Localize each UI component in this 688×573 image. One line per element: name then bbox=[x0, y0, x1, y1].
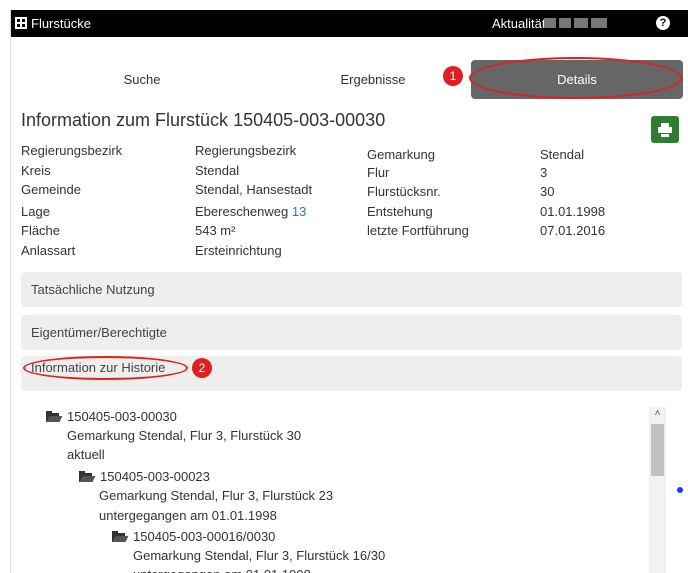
help-icon[interactable]: ? bbox=[656, 16, 670, 30]
label-entstehung: Entstehung bbox=[367, 204, 433, 219]
value-gemeinde: Stendal, Hansestadt bbox=[195, 182, 313, 197]
highlight-ellipse-details bbox=[469, 57, 682, 99]
value-lage: Ebereschenweg 13 bbox=[195, 204, 306, 219]
value-flurstuecksnr: 30 bbox=[540, 184, 555, 199]
highlight-ellipse-historie bbox=[23, 356, 188, 380]
label-flur: Flur bbox=[367, 165, 390, 180]
accordion-eigentuemer[interactable]: Eigentümer/Berechtigte bbox=[21, 315, 682, 350]
tree-node-desc: Gemarkung Stendal, Flur 3, Flurstück 23 bbox=[99, 488, 334, 503]
tree-node-id: 150405-003-00030 bbox=[67, 409, 177, 424]
label-kreis: Kreis bbox=[21, 163, 51, 178]
value-letzte-fortfuehrung: 07.01.2016 bbox=[540, 223, 606, 238]
print-button[interactable] bbox=[651, 116, 679, 143]
annotation-badge-2: 2 bbox=[192, 358, 212, 378]
label-regierungsbezirk: Regierungsbezirk bbox=[21, 143, 123, 158]
tree-node[interactable]: 150405-003-00016/0030 bbox=[112, 527, 275, 547]
value-anlassart: Ersteinrichtung bbox=[195, 243, 282, 258]
folder-open-icon bbox=[79, 471, 96, 482]
label-gemarkung: Gemarkung bbox=[367, 147, 435, 162]
label-lage: Lage bbox=[21, 204, 50, 219]
page-title: Information zum Flurstück 150405-003-000… bbox=[21, 110, 386, 130]
folder-open-icon bbox=[46, 411, 63, 422]
tree-node[interactable]: 150405-003-00023 bbox=[79, 467, 210, 487]
tree-node-desc: Gemarkung Stendal, Flur 3, Flurstück 30 bbox=[67, 428, 302, 443]
tree-node[interactable]: 150405-003-00030 bbox=[46, 407, 177, 427]
label-letzte-fortfuehrung: letzte Fortführung bbox=[367, 223, 469, 238]
house-number-link[interactable]: 13 bbox=[292, 204, 306, 219]
app-title: Flurstücke bbox=[31, 16, 91, 31]
label-flaeche: Fläche bbox=[21, 223, 61, 238]
folder-open-icon bbox=[112, 531, 129, 542]
top-bar: Flurstücke Aktualität: ? bbox=[11, 10, 688, 37]
tree-node-status: untergegangen am 01.01.1998 bbox=[133, 565, 311, 573]
tree-node-desc: Gemarkung Stendal, Flur 3, Flurstück 16/… bbox=[133, 548, 386, 563]
value-regierungsbezirk: Regierungsbezirk bbox=[195, 143, 297, 158]
tree-node-status: aktuell bbox=[67, 447, 105, 462]
app-frame: Flurstücke Aktualität: ? Suche Ergebniss… bbox=[10, 10, 688, 573]
tree-node-id: 150405-003-00016/0030 bbox=[133, 529, 276, 544]
cursor-dot bbox=[677, 487, 683, 493]
value-kreis: Stendal bbox=[195, 163, 240, 178]
aktualitaet-value-redacted bbox=[544, 18, 607, 28]
aktualitaet-label: Aktualität: bbox=[492, 16, 550, 31]
accordion-tatsaechliche-nutzung[interactable]: Tatsächliche Nutzung bbox=[21, 272, 682, 307]
scrollbar-thumb[interactable] bbox=[651, 424, 664, 476]
street-name: Ebereschenweg bbox=[195, 204, 289, 219]
value-flur: 3 bbox=[540, 165, 548, 180]
value-entstehung: 01.01.1998 bbox=[540, 204, 606, 219]
value-gemarkung: Stendal bbox=[540, 147, 585, 162]
scroll-up-arrow-icon[interactable]: ˄ bbox=[649, 405, 666, 422]
label-flurstuecksnr: Flurstücksnr. bbox=[367, 184, 441, 199]
tab-suche[interactable]: Suche bbox=[11, 60, 273, 99]
annotation-badge-1: 1 bbox=[443, 66, 463, 86]
tree-node-id: 150405-003-00023 bbox=[100, 469, 210, 484]
value-flaeche: 543 m² bbox=[195, 223, 236, 238]
label-gemeinde: Gemeinde bbox=[21, 182, 81, 197]
label-anlassart: Anlassart bbox=[21, 243, 76, 258]
history-tree: 150405-003-00030 Gemarkung Stendal, Flur… bbox=[21, 395, 682, 573]
table-grid-icon bbox=[15, 17, 27, 29]
tree-node-status: untergegangen am 01.01.1998 bbox=[99, 508, 277, 523]
